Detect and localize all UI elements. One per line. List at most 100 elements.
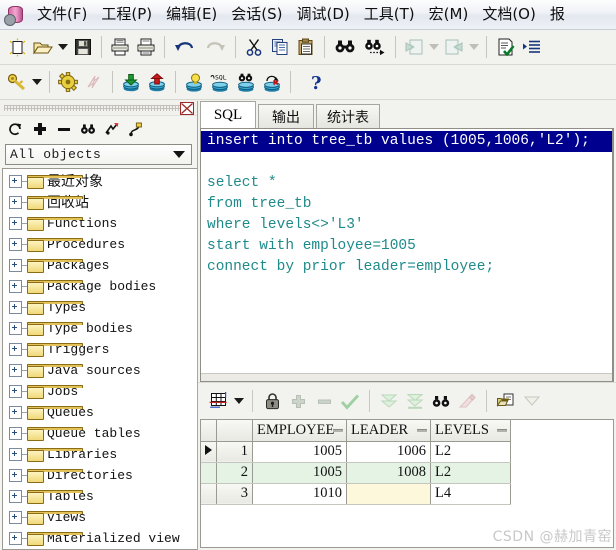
print-preview-icon[interactable] <box>133 34 159 60</box>
menu-macro[interactable]: 宏(M) <box>422 2 476 27</box>
menu-project[interactable]: 工程(P) <box>94 2 159 27</box>
expand-plus-icon[interactable] <box>9 238 22 251</box>
insert-row-icon[interactable] <box>285 388 311 414</box>
table-cell[interactable]: L2 <box>430 441 511 463</box>
menu-report[interactable]: 报 <box>543 2 572 27</box>
find-icon[interactable] <box>330 34 360 60</box>
find-db-object-icon[interactable] <box>233 69 259 95</box>
editor-horizontal-scrollbar[interactable] <box>201 373 612 381</box>
table-cell[interactable]: 1010 <box>252 483 347 505</box>
expand-plus-icon[interactable] <box>9 490 22 503</box>
commit-icon[interactable] <box>118 69 144 95</box>
find-icon[interactable] <box>79 121 96 138</box>
next-page-dropdown-arrow[interactable] <box>467 34 481 60</box>
gear-icon[interactable] <box>55 69 81 95</box>
expand-plus-icon[interactable] <box>9 427 22 440</box>
expand-plus-icon[interactable] <box>9 322 22 335</box>
expand-plus-icon[interactable] <box>9 385 22 398</box>
filter-dropdown-arrow[interactable] <box>519 388 545 414</box>
code-line[interactable]: start with employee=1005 <box>201 236 612 257</box>
expand-plus-icon[interactable] <box>9 217 22 230</box>
menu-debug[interactable]: 调试(D) <box>290 2 357 27</box>
panel-drag-handle[interactable] <box>0 101 197 116</box>
column-resize-grip[interactable] <box>417 429 427 432</box>
expand-plus-icon[interactable] <box>9 406 22 419</box>
expand-plus-icon[interactable] <box>9 448 22 461</box>
redo-icon[interactable] <box>200 34 230 60</box>
tree-item[interactable]: Types <box>3 297 197 318</box>
menu-edit[interactable]: 编辑(E) <box>159 2 224 27</box>
header-leader[interactable]: LEADER <box>346 420 431 442</box>
tree-item[interactable]: Views <box>3 507 197 528</box>
table-cell[interactable]: 1006 <box>346 441 431 463</box>
expand-plus-icon[interactable] <box>9 280 22 293</box>
row-current-indicator[interactable] <box>201 441 217 463</box>
row-current-indicator[interactable] <box>201 483 217 505</box>
result-grid[interactable]: EMPLOYEE LEADER LEVELS 1 1005 1006 L2 2 … <box>200 419 614 548</box>
code-line[interactable]: where levels<>'L3' <box>201 215 612 236</box>
table-cell[interactable]: L4 <box>430 483 511 505</box>
table-cell[interactable]: 1008 <box>346 462 431 484</box>
tree-item[interactable]: Package bodies <box>3 276 197 297</box>
lock-icon[interactable] <box>259 388 285 414</box>
tab-output[interactable]: 输出 <box>258 104 314 128</box>
copy-icon[interactable] <box>267 34 293 60</box>
grid-layout-dropdown-arrow[interactable] <box>232 388 246 414</box>
tab-statistics[interactable]: 统计表 <box>316 104 380 128</box>
menu-file[interactable]: 文件(F) <box>30 2 94 27</box>
filter-icon[interactable] <box>103 121 120 138</box>
table-cell[interactable] <box>346 483 431 505</box>
prev-page-dropdown-arrow[interactable] <box>427 34 441 60</box>
check-document-icon[interactable] <box>492 34 518 60</box>
tree-item[interactable]: Functions <box>3 213 197 234</box>
clear-filter-icon[interactable] <box>454 388 480 414</box>
grid-layout-icon[interactable] <box>206 388 232 414</box>
expand-plus-icon[interactable] <box>9 532 22 545</box>
organize-icon[interactable] <box>127 121 144 138</box>
table-cell[interactable]: 1005 <box>252 462 347 484</box>
save-icon[interactable] <box>70 34 96 60</box>
table-row[interactable]: 2 1005 1008 L2 <box>201 462 511 484</box>
paste-icon[interactable] <box>293 34 319 60</box>
tree-item[interactable]: Queues <box>3 402 197 423</box>
expand-plus-icon[interactable] <box>9 511 22 524</box>
expand-plus-icon[interactable] <box>9 175 22 188</box>
prev-page-icon[interactable] <box>401 34 427 60</box>
expand-plus-icon[interactable] <box>9 259 22 272</box>
expand-plus-icon[interactable] <box>9 469 22 482</box>
tree-item[interactable]: Tables <box>3 486 197 507</box>
table-cell[interactable]: L2 <box>430 462 511 484</box>
tree-item[interactable]: Triggers <box>3 339 197 360</box>
tree-item[interactable]: Packages <box>3 255 197 276</box>
tree-item[interactable]: 最近对象 <box>3 171 197 192</box>
help-icon[interactable]: ? <box>304 69 330 95</box>
indent-icon[interactable] <box>518 34 544 60</box>
table-row[interactable]: 1 1005 1006 L2 <box>201 441 511 463</box>
cut-icon[interactable] <box>241 34 267 60</box>
new-icon[interactable] <box>4 34 30 60</box>
sql-editor[interactable]: insert into tree_tb values (1005,1006,'L… <box>200 128 614 382</box>
key-icon[interactable] <box>4 69 30 95</box>
tree-item[interactable]: Queue tables <box>3 423 197 444</box>
refresh-icon[interactable] <box>7 121 24 138</box>
code-line-selected[interactable]: insert into tree_tb values (1005,1006,'L… <box>201 131 612 152</box>
undo-icon[interactable] <box>170 34 200 60</box>
code-line[interactable]: connect by prior leader=employee; <box>201 257 612 278</box>
open-dropdown-arrow[interactable] <box>56 34 70 60</box>
tree-item[interactable]: Jobs <box>3 381 197 402</box>
next-page-icon[interactable] <box>441 34 467 60</box>
tree-item[interactable]: Java sources <box>3 360 197 381</box>
export-icon[interactable] <box>493 388 519 414</box>
tree-item[interactable]: Type bodies <box>3 318 197 339</box>
post-changes-icon[interactable] <box>337 388 363 414</box>
tree-item[interactable]: Procedures <box>3 234 197 255</box>
sql-window-icon[interactable]: SQL <box>207 69 233 95</box>
key-dropdown-arrow[interactable] <box>30 69 44 95</box>
tree-item[interactable]: Directories <box>3 465 197 486</box>
find-next-icon[interactable] <box>360 34 390 60</box>
row-current-indicator[interactable] <box>201 462 217 484</box>
tree-item[interactable]: 回收站 <box>3 192 197 213</box>
column-resize-grip[interactable] <box>497 429 507 432</box>
fetch-last-icon[interactable] <box>402 388 428 414</box>
open-folder-icon[interactable] <box>30 34 56 60</box>
